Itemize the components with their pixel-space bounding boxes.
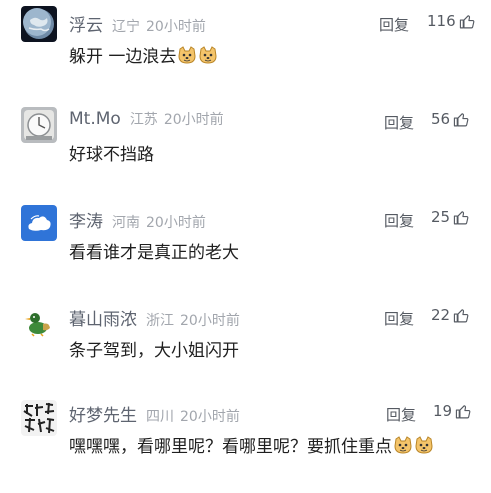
- thumbs-up-icon: [453, 308, 469, 322]
- comment-text: 躲开 一边浪去: [69, 42, 218, 67]
- reply-button[interactable]: 回复: [384, 308, 414, 329]
- comment-item: 好梦先生 四川 20小时前 回复 19 嘿嘿嘿，看哪里呢？看哪里呢？要抓住重点: [0, 390, 491, 493]
- ip-region: 河南: [112, 215, 140, 231]
- reply-button[interactable]: 回复: [384, 210, 414, 231]
- comment-text: 条子驾到，大小姐闪开: [69, 336, 239, 361]
- timestamp: 20小时前: [146, 19, 206, 35]
- reply-button[interactable]: 回复: [379, 14, 409, 35]
- timestamp: 20小时前: [180, 409, 240, 425]
- like-button[interactable]: 19: [433, 402, 472, 420]
- username[interactable]: Mt.Mo: [69, 109, 121, 129]
- comment-text-content: 躲开 一边浪去: [69, 47, 177, 67]
- avatar[interactable]: [21, 205, 57, 241]
- comment-meta: 暮山雨浓 浙江 20小时前: [69, 305, 240, 330]
- like-count: 22: [431, 306, 451, 324]
- comment-meta: 好梦先生 四川 20小时前: [69, 401, 240, 426]
- comment-text: 看看谁才是真正的老大: [69, 238, 239, 263]
- ip-region: 江苏: [129, 112, 158, 128]
- thumbs-up-icon: [459, 14, 475, 28]
- comment-text-content: 好球不挡路: [69, 145, 154, 165]
- duck-avatar-icon: [21, 304, 57, 340]
- username[interactable]: 李涛: [69, 207, 103, 232]
- comment-text: 嘿嘿嘿，看哪里呢？看哪里呢？要抓住重点: [69, 432, 434, 457]
- like-count: 19: [433, 402, 453, 420]
- comment-meta: 李涛 河南 20小时前: [69, 207, 206, 232]
- comment-item: 李涛 河南 20小时前 回复 25 看看谁才是真正的老大: [0, 194, 491, 292]
- like-button[interactable]: 22: [431, 306, 470, 324]
- thumbs-up-icon: [455, 404, 471, 418]
- avatar[interactable]: [21, 304, 57, 340]
- like-count: 25: [431, 208, 451, 226]
- doge-emoji-icon: [177, 45, 197, 65]
- doge-emoji-icon: [198, 45, 218, 65]
- comment-meta: 浮云 辽宁 20小时前: [69, 11, 206, 36]
- comment-text-content: 嘿嘿嘿，看哪里呢？看哪里呢？要抓住重点: [69, 437, 392, 457]
- clock-avatar-icon: [21, 107, 57, 143]
- doge-emoji-icon: [414, 435, 434, 455]
- username[interactable]: 暮山雨浓: [69, 305, 137, 330]
- like-button[interactable]: 25: [431, 208, 470, 226]
- timestamp: 20小时前: [163, 112, 224, 128]
- doge-emoji-icon: [393, 435, 413, 455]
- ip-region: 浙江: [146, 313, 174, 329]
- comment-item: Mt.Mo 江苏 20小时前 回复 56 好球不挡路: [0, 95, 491, 194]
- username[interactable]: 好梦先生: [69, 401, 137, 426]
- avatar[interactable]: [21, 400, 57, 436]
- like-button[interactable]: 56: [431, 110, 470, 128]
- username[interactable]: 浮云: [69, 11, 103, 36]
- avatar[interactable]: [21, 6, 57, 42]
- ip-region: 辽宁: [112, 19, 140, 35]
- like-button[interactable]: 116: [427, 12, 476, 30]
- comment-item: 暮山雨浓 浙江 20小时前 回复 22 条子驾到，大小姐闪开: [0, 292, 491, 390]
- calligraphy-avatar-icon: [21, 400, 57, 436]
- comment-meta: Mt.Mo 江苏 20小时前: [69, 109, 224, 133]
- reply-button[interactable]: 回复: [386, 404, 416, 425]
- comment-item: 浮云 辽宁 20小时前 回复 116 躲开 一边浪去: [0, 0, 491, 95]
- timestamp: 20小时前: [146, 215, 206, 231]
- comment-text-content: 条子驾到，大小姐闪开: [69, 341, 239, 361]
- thumbs-up-icon: [453, 112, 469, 126]
- comment-text-content: 看看谁才是真正的老大: [69, 243, 239, 263]
- like-count: 116: [427, 12, 456, 30]
- thumbs-up-icon: [453, 210, 469, 224]
- comment-text: 好球不挡路: [69, 140, 154, 165]
- reply-button[interactable]: 回复: [384, 112, 414, 133]
- timestamp: 20小时前: [180, 313, 240, 329]
- avatar[interactable]: [21, 107, 57, 143]
- like-count: 56: [431, 110, 451, 128]
- earth-avatar-icon: [21, 6, 57, 42]
- ip-region: 四川: [146, 409, 174, 425]
- cloud-avatar-icon: [21, 205, 57, 241]
